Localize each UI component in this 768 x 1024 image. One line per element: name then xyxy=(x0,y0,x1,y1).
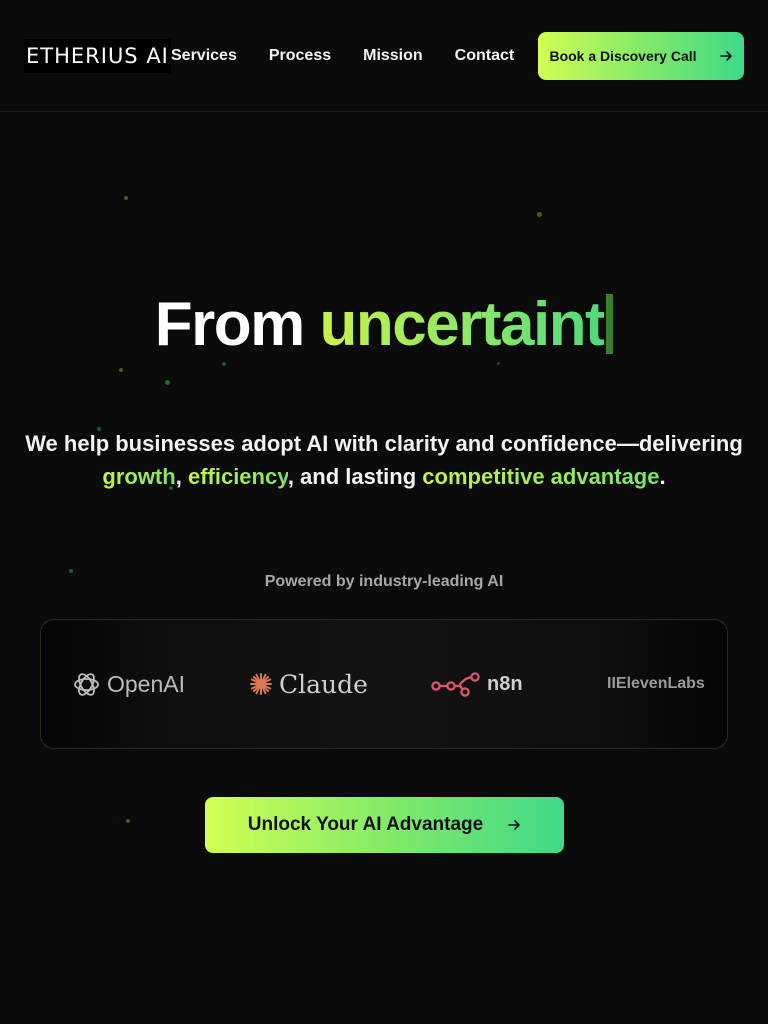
partner-claude: Claude xyxy=(249,668,368,700)
book-discovery-call-button[interactable]: Book a Discovery Call xyxy=(538,32,744,80)
subtitle-separator: , xyxy=(175,464,182,489)
subtitle-part-2: , and lasting xyxy=(287,464,417,489)
partner-elevenlabs: IIElevenLabs xyxy=(607,668,705,700)
subtitle-highlight-growth: growth xyxy=(102,464,176,489)
nav-link-contact[interactable]: Contact xyxy=(455,46,515,66)
main-nav: Services Process Mission Contact xyxy=(171,46,514,66)
claude-starburst-icon xyxy=(250,673,272,695)
subtitle-part-1: We help businesses adopt AI with clarity… xyxy=(25,431,743,456)
nav-link-mission[interactable]: Mission xyxy=(363,46,423,66)
site-header: ETHERIUS AI Services Process Mission Con… xyxy=(0,0,768,112)
arrow-right-icon xyxy=(719,51,732,61)
headline-typed-text: uncertaint xyxy=(319,290,606,359)
partners-heading: Powered by industry-leading AI xyxy=(264,573,504,590)
openai-logo-icon xyxy=(74,672,99,696)
partner-claude-name: Claude xyxy=(279,669,368,699)
particle-dot xyxy=(165,380,170,385)
particle-dot xyxy=(497,362,500,365)
particle-dot xyxy=(124,196,128,200)
partner-openai: OpenAI xyxy=(72,668,185,700)
book-discovery-call-label: Book a Discovery Call xyxy=(549,48,697,64)
arrow-right-icon xyxy=(508,820,521,830)
particle-dot xyxy=(222,362,226,366)
subtitle-end: . xyxy=(659,464,666,489)
partner-n8n-name: n8n xyxy=(487,672,523,695)
unlock-ai-advantage-button[interactable]: Unlock Your AI Advantage xyxy=(205,797,564,853)
brand-logo-text: ETHERIUS AI xyxy=(26,44,169,68)
brand-logo[interactable]: ETHERIUS AI xyxy=(24,39,171,73)
hero-headline: From uncertaint xyxy=(0,288,768,362)
subtitle-highlight-efficiency: efficiency xyxy=(187,464,288,489)
n8n-nodes-icon xyxy=(431,672,480,697)
unlock-ai-advantage-label: Unlock Your AI Advantage xyxy=(247,814,484,835)
typing-caret xyxy=(606,294,614,354)
partner-n8n: n8n xyxy=(431,668,523,700)
subtitle-highlight-advantage: competitive advantage xyxy=(422,464,660,489)
hero-subtitle: We help businesses adopt AI with clarity… xyxy=(0,427,768,493)
particle-dot xyxy=(126,819,130,823)
nav-link-services[interactable]: Services xyxy=(171,46,237,66)
particle-dot xyxy=(537,212,542,217)
particle-dot xyxy=(119,368,123,372)
headline-static-text: From xyxy=(154,290,306,359)
partner-logo-strip: OpenAI Claude n8n IIElevenLabs xyxy=(40,619,728,749)
partner-elevenlabs-name: IIElevenLabs xyxy=(607,675,705,692)
nav-link-process[interactable]: Process xyxy=(269,46,331,66)
partner-openai-name: OpenAI xyxy=(107,670,185,697)
